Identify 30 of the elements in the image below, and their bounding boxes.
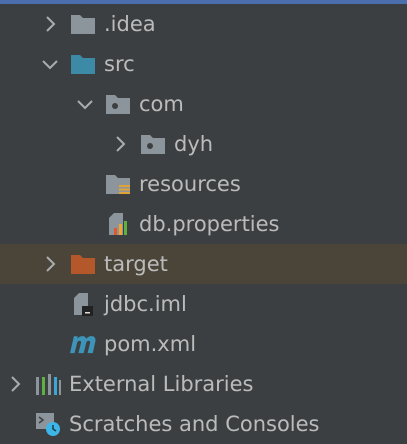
tree-row[interactable]: Scratches and Consoles — [0, 404, 407, 444]
resources-folder-icon — [105, 172, 131, 196]
package-icon — [140, 132, 166, 156]
tree-item-label: target — [104, 252, 168, 276]
tree-item-label: dyh — [174, 132, 214, 156]
scratches-icon — [35, 412, 61, 436]
tree-row[interactable]: jdbc.iml — [0, 284, 407, 324]
tree-row[interactable]: pom.xml — [0, 324, 407, 364]
tree-item-label: pom.xml — [104, 332, 196, 356]
folder-icon — [70, 12, 96, 36]
tree-item-label: .idea — [104, 12, 156, 36]
package-icon — [105, 92, 131, 116]
tree-item-label: jdbc.iml — [104, 292, 187, 316]
folder-icon — [70, 52, 96, 76]
tree-item-label: db.properties — [139, 212, 280, 236]
tree-item-label: com — [139, 92, 184, 116]
folder-icon — [70, 252, 96, 276]
tree-row[interactable]: db.properties — [0, 204, 407, 244]
tree-item-label: resources — [139, 172, 241, 196]
tree-row[interactable]: dyh — [0, 124, 407, 164]
tree-row[interactable]: External Libraries — [0, 364, 407, 404]
tree-item-label: src — [104, 52, 135, 76]
tree-row[interactable]: src — [0, 44, 407, 84]
tree-item-label: External Libraries — [69, 372, 254, 396]
libraries-icon — [35, 372, 61, 396]
tree-row[interactable]: .idea — [0, 4, 407, 44]
tree-row[interactable]: target — [0, 244, 407, 284]
tree-row[interactable]: resources — [0, 164, 407, 204]
tree-item-label: Scratches and Consoles — [69, 412, 320, 436]
tree-row[interactable]: com — [0, 84, 407, 124]
